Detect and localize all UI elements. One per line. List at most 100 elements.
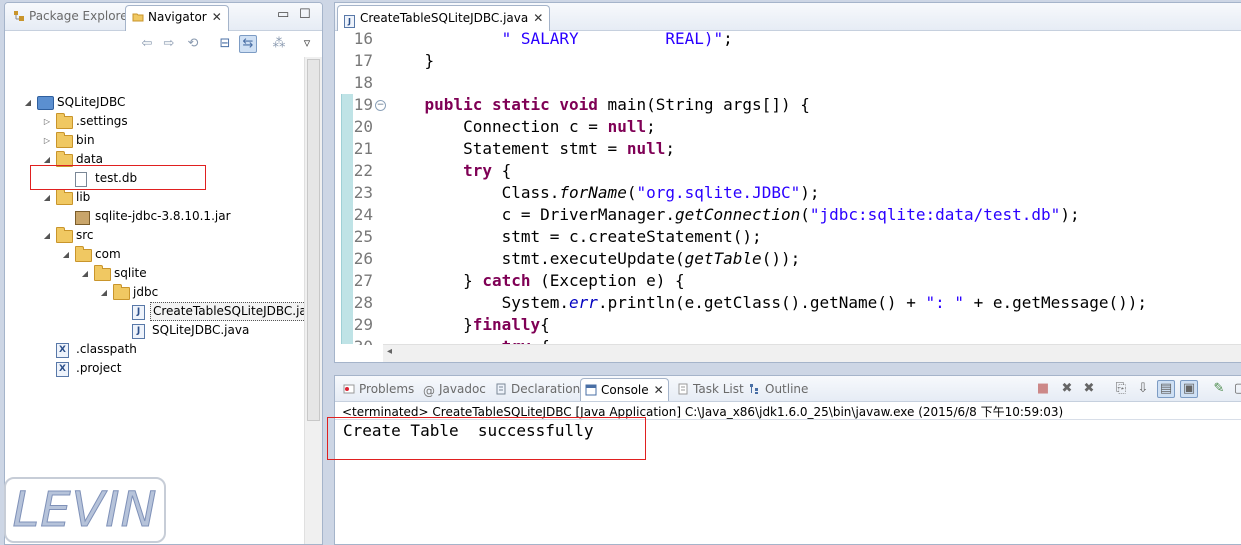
code-editor: J CreateTableSQLiteJDBC.java ✕ 16 " SALARY… (334, 2, 1241, 363)
fold-icon[interactable]: − (375, 100, 386, 111)
code-token: .println(e.getClass().getName() + (597, 293, 926, 312)
maximize-icon[interactable]: ☐ (299, 7, 311, 22)
package-explorer-icon (13, 7, 25, 21)
close-icon[interactable]: ✕ (654, 379, 664, 401)
pin-console-icon[interactable]: ✎ (1211, 381, 1227, 397)
tree-item[interactable]: X .classpath (5, 340, 303, 359)
javadoc-icon: @ (423, 384, 435, 398)
expanded-arrow-icon[interactable]: ◢ (61, 245, 71, 264)
link-with-editor-icon[interactable]: ⇆ (239, 35, 257, 53)
close-icon[interactable]: ✕ (533, 6, 543, 31)
tree-item[interactable]: X .project (5, 359, 303, 378)
expanded-arrow-icon[interactable]: ◢ (23, 93, 33, 112)
tree-item-label: SQLiteJDBC (57, 95, 126, 109)
tree-item[interactable]: ◢ lib (5, 188, 303, 207)
code-token: main(String args[]) { (597, 95, 810, 114)
java-file-icon: J (132, 324, 145, 339)
terminate-icon[interactable]: ■ (1035, 381, 1051, 397)
code-token: stmt.executeUpdate( (386, 249, 685, 268)
back-arrow-icon[interactable]: ⇦ (139, 36, 155, 52)
line-number: 21 (353, 139, 373, 158)
line-number: 28 (353, 293, 373, 312)
expanded-arrow-icon[interactable]: ◢ (42, 226, 52, 245)
scrollbar-thumb[interactable] (307, 59, 320, 421)
code-token: ); (1060, 205, 1080, 224)
tab-problems[interactable]: Problems (339, 378, 418, 400)
tree-item-label: jdbc (133, 285, 159, 299)
view-menu-dropdown-icon[interactable]: ▿ (299, 36, 315, 52)
console-view: Problems @ Javadoc Declaration Console ✕ T… (334, 375, 1241, 545)
scroll-left-icon[interactable]: ◂ (387, 346, 392, 357)
tree-item[interactable]: ◢ jdbc (5, 283, 303, 302)
tab-navigator[interactable]: Navigator ✕ (125, 5, 229, 31)
folder-icon (113, 284, 130, 300)
code-token: Statement stmt = (386, 139, 627, 158)
up-folder-icon[interactable]: ⟲ (185, 36, 201, 52)
code-token: try (463, 161, 492, 180)
clear-console-icon[interactable]: ⎘ (1113, 381, 1129, 397)
scroll-lock-icon[interactable]: ⇩ (1135, 381, 1151, 397)
tree-item[interactable]: J CreateTableSQLiteJDBC.java (5, 302, 322, 321)
code-token: public static void (424, 95, 598, 114)
tab-task-list[interactable]: Task List (673, 378, 748, 400)
show-on-stderr-icon[interactable]: ▣ (1180, 380, 1198, 398)
navigator-toolbar: ⇦ ⇨ ⟲ ⊟ ⇆ ⁂ ▿ (5, 31, 322, 57)
left-tab-bar: Package Explorer Navigator ✕ ▭ ☐ (5, 3, 322, 31)
tree-item[interactable]: sqlite-jdbc-3.8.10.1.jar (5, 207, 303, 226)
view-menu-icon[interactable]: ⁂ (271, 36, 287, 52)
close-icon[interactable]: ✕ (212, 6, 222, 29)
line-number: 23 (353, 183, 373, 202)
code-token: forName (559, 183, 627, 202)
code-token: } (386, 271, 483, 290)
tree-item[interactable]: ◢ SQLiteJDBC (5, 93, 303, 112)
line-number: 20 (353, 117, 373, 136)
code-line: } (386, 50, 435, 72)
code-token: err (569, 293, 598, 312)
show-on-stdout-icon[interactable]: ▤ (1157, 380, 1175, 398)
expanded-arrow-icon[interactable]: ◢ (99, 283, 109, 302)
tree-item-label: SQLiteJDBC.java (152, 323, 250, 337)
editor-tab-createtable[interactable]: J CreateTableSQLiteJDBC.java ✕ (337, 5, 551, 31)
collapsed-arrow-icon[interactable]: ▷ (42, 112, 52, 131)
minimize-icon[interactable]: ▭ (277, 7, 289, 22)
tree-item-label: sqlite (114, 266, 147, 280)
collapse-all-icon[interactable]: ⊟ (217, 36, 233, 52)
remove-launch-icon[interactable]: ✖ (1059, 381, 1075, 397)
vertical-scrollbar[interactable] (304, 57, 322, 544)
tree-item[interactable]: ▷ bin (5, 131, 303, 150)
code-area[interactable]: 16 " SALARY REAL)"; 17 } 18 19− public stat… (335, 31, 1241, 345)
code-token: (Exception e) { (530, 271, 685, 290)
display-console-icon[interactable]: ▢ (1232, 381, 1241, 397)
tree-item[interactable]: ◢ src (5, 226, 303, 245)
tab-console[interactable]: Console ✕ (580, 378, 669, 401)
tree-item[interactable]: ▷ .settings (5, 112, 303, 131)
tab-javadoc[interactable]: @ Javadoc (419, 378, 490, 400)
declaration-icon (495, 380, 507, 395)
tree-item[interactable]: J SQLiteJDBC.java (5, 321, 303, 340)
editor-tab-bar: J CreateTableSQLiteJDBC.java ✕ (335, 3, 1241, 31)
tab-declaration[interactable]: Declaration (491, 378, 584, 400)
tab-outline[interactable]: Outline (745, 378, 812, 400)
expanded-arrow-icon[interactable]: ◢ (42, 188, 52, 207)
tree-item[interactable]: ◢ sqlite (5, 264, 303, 283)
collapsed-arrow-icon[interactable]: ▷ (42, 131, 52, 150)
expanded-arrow-icon[interactable]: ◢ (80, 264, 90, 283)
tab-package-explorer[interactable]: Package Explorer (7, 5, 139, 28)
code-token: ; (646, 117, 656, 136)
remove-all-terminated-icon[interactable]: ✖ (1081, 381, 1097, 397)
code-token: getConnection (674, 205, 801, 224)
code-token: stmt = c.createStatement(); (386, 227, 762, 246)
tab-label: Javadoc (439, 382, 486, 396)
watermark-logo: LEVIN (4, 477, 166, 543)
code-token: { (540, 315, 550, 334)
line-number: 27 (353, 271, 373, 290)
horizontal-scrollbar[interactable]: ◂ (383, 344, 1241, 362)
code-token: { (491, 161, 512, 180)
line-number: 29 (353, 315, 373, 334)
code-token: ; (723, 31, 733, 48)
tree-item[interactable]: ◢ com (5, 245, 303, 264)
code-token: null (607, 117, 647, 136)
code-token: } (386, 51, 435, 70)
forward-arrow-icon[interactable]: ⇨ (161, 36, 177, 52)
problems-icon (343, 380, 355, 394)
